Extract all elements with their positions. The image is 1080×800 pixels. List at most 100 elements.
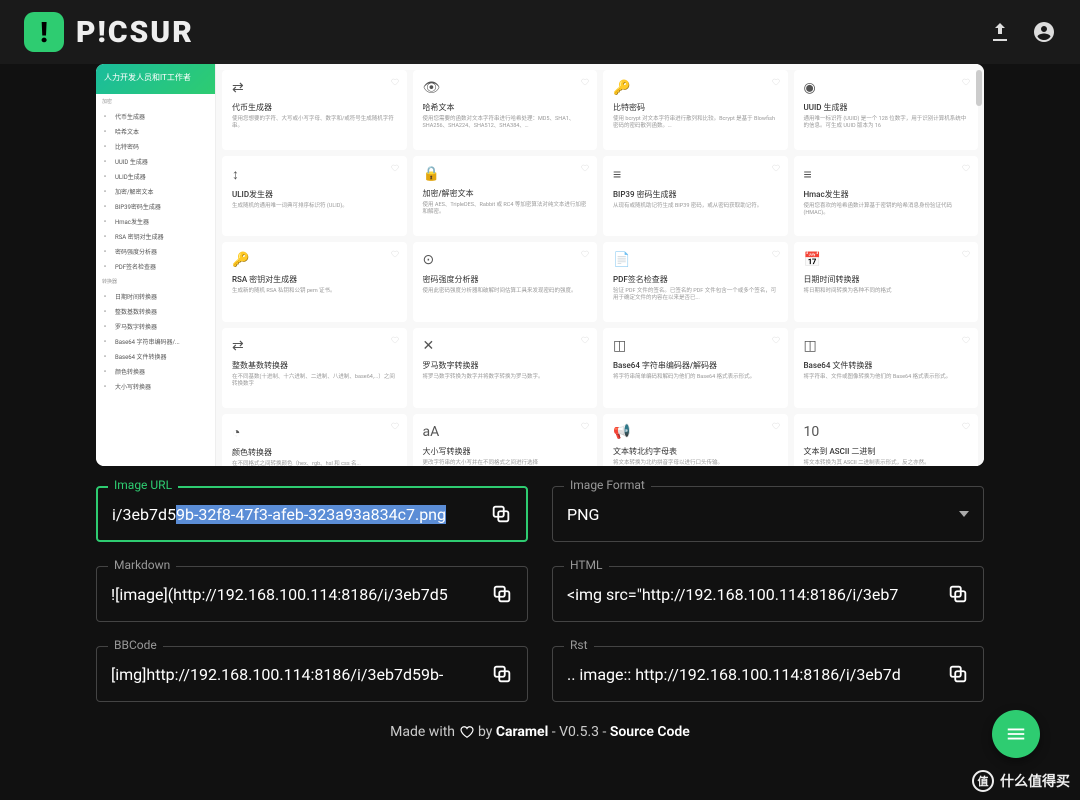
sidebar-item[interactable]: ▫Base64 文件转换器: [96, 349, 215, 364]
favorite-icon[interactable]: [581, 336, 589, 344]
source-code-link[interactable]: Source Code: [610, 724, 690, 740]
tool-card[interactable]: 🔑 RSA 密钥对生成器 生成新的随机 RSA 私钥和公钥 pem 证书。: [222, 242, 407, 322]
app-header: ! P!CSUR: [0, 0, 1080, 64]
sidebar-item[interactable]: ▫PDF签名检查器: [96, 259, 215, 274]
tool-card[interactable]: ◫ Base64 字符串编码器/解码器 将字符串简单编码和解码为他们的 Base…: [603, 328, 788, 408]
tool-card[interactable]: ◉ UUID 生成器 通用唯一标识符 (UUID) 是一个 128 位数字，用于…: [794, 70, 979, 150]
format-select[interactable]: PNG: [552, 486, 984, 542]
field-box[interactable]: i/3eb7d59b-32f8-47f3-afeb-323a93a834c7.p…: [96, 486, 528, 542]
sidebar-item[interactable]: ▫代币生成器: [96, 109, 215, 124]
favorite-icon[interactable]: [772, 336, 780, 344]
sidebar-item[interactable]: ▫RSA 密钥对生成器: [96, 229, 215, 244]
favorite-icon[interactable]: [391, 422, 399, 430]
tool-card[interactable]: ✕ 罗马数字转换器 将罗马数字转换为数字并将数字转换为罗马数字。: [413, 328, 598, 408]
html-value[interactable]: <img src="http://192.168.100.114:8186/i/…: [567, 585, 935, 604]
field-box[interactable]: [img]http://192.168.100.114:8186/i/3eb7d…: [96, 646, 528, 702]
sidebar-item[interactable]: ▫大小写转换器: [96, 379, 215, 394]
image-url-value[interactable]: i/3eb7d59b-32f8-47f3-afeb-323a93a834c7.p…: [112, 505, 478, 524]
markdown-value[interactable]: ![image](http://192.168.100.114:8186/i/3…: [111, 585, 479, 604]
tool-card[interactable]: ≡ Hmac发生器 使用您喜欢的哈希函数计算基于密钥的哈希消息身份验证代码 (H…: [794, 156, 979, 236]
bbcode-value[interactable]: [img]http://192.168.100.114:8186/i/3eb7d…: [111, 665, 479, 684]
sidebar-item[interactable]: ▫Hmac发生器: [96, 214, 215, 229]
field-label: Rst: [564, 638, 594, 652]
field-box[interactable]: .. image:: http://192.168.100.114:8186/i…: [552, 646, 984, 702]
copy-icon[interactable]: [491, 663, 513, 685]
sidebar-item[interactable]: ▫BIP39密码生成器: [96, 199, 215, 214]
card-desc: 将字符串简单编码和解码为他们的 Base64 格式表示形式。: [613, 374, 778, 381]
scrollbar[interactable]: [976, 70, 982, 106]
preview-sidebar: 人力开发人员和IT工作者 加密 ▫代币生成器▫哈希文本▫比特密码▫UUID 生成…: [96, 64, 216, 466]
fab-menu[interactable]: [992, 710, 1040, 758]
card-title: 文本转北约字母表: [613, 446, 778, 457]
card-title: 加密/解密文本: [423, 188, 588, 199]
tool-card[interactable]: aA 大小写转换器 更改字符串的大小写并在不同格式之间进行选择: [413, 414, 598, 466]
card-title: UUID 生成器: [804, 102, 969, 113]
copy-icon[interactable]: [491, 583, 513, 605]
tool-card[interactable]: 👁 哈希文本 使用您需要的函数对文本字符串进行哈希处理：MD5、SHA1、SHA…: [413, 70, 598, 150]
sidebar-item[interactable]: ▫Base64 字符串编码器/...: [96, 334, 215, 349]
favorite-icon[interactable]: [772, 78, 780, 86]
tool-card[interactable]: 🔒 加密/解密文本 使用 AES、TripleDES、Rabbit 或 RC4 …: [413, 156, 598, 236]
sidebar-item[interactable]: ▫密码强度分析器: [96, 244, 215, 259]
tool-card[interactable]: ◫ Base64 文件转换器 将字符串、文件或图像转换为他们的 Base64 格…: [794, 328, 979, 408]
copy-icon[interactable]: [490, 503, 512, 525]
favorite-icon[interactable]: [772, 250, 780, 258]
menu-icon: [1005, 723, 1027, 745]
account-icon[interactable]: [1032, 20, 1056, 44]
favorite-icon[interactable]: [962, 336, 970, 344]
output-controls: Image URL i/3eb7d59b-32f8-47f3-afeb-323a…: [96, 486, 984, 702]
sidebar-item[interactable]: ▫整数基数转换器: [96, 304, 215, 319]
favorite-icon[interactable]: [391, 336, 399, 344]
sidebar-item[interactable]: ▫哈希文本: [96, 124, 215, 139]
copy-icon[interactable]: [947, 663, 969, 685]
tool-card[interactable]: ≡ BIP39 密码生成器 从现有或随机助记符生成 BIP39 密码，或从密码获…: [603, 156, 788, 236]
rst-value[interactable]: .. image:: http://192.168.100.114:8186/i…: [567, 665, 935, 684]
favorite-icon[interactable]: [581, 422, 589, 430]
field-box[interactable]: <img src="http://192.168.100.114:8186/i/…: [552, 566, 984, 622]
sidebar-item[interactable]: ▫UUID 生成器: [96, 154, 215, 169]
logo[interactable]: ! P!CSUR: [24, 12, 194, 52]
field-box[interactable]: ![image](http://192.168.100.114:8186/i/3…: [96, 566, 528, 622]
tool-card[interactable]: ⇄ 整数基数转换器 在不同基数(十进制、十六进制、二进制、八进制、base64,…: [222, 328, 407, 408]
favorite-icon[interactable]: [581, 164, 589, 172]
favorite-icon[interactable]: [391, 78, 399, 86]
favorite-icon[interactable]: [962, 250, 970, 258]
favorite-icon[interactable]: [391, 250, 399, 258]
card-desc: 使用您想要的字符、大写或小写字母、数字和/或符号生成随机字符串。: [232, 116, 397, 130]
tool-card[interactable]: 📢 文本转北约字母表 将文本转换为北约拼音字母以进行口头传输。: [603, 414, 788, 466]
upload-icon[interactable]: [988, 20, 1012, 44]
tool-card[interactable]: 10 文本到 ASCII 二进制 将文本转换为其 ASCII 二进制表示形式，反…: [794, 414, 979, 466]
tool-card[interactable]: ⊙ 密码强度分析器 使用此密码强度分析器和破解时间估算工具来发现密码的强度。: [413, 242, 598, 322]
favorite-icon[interactable]: [581, 250, 589, 258]
tool-card[interactable]: 🔑 比特密码 使用 bcrypt 对文本字符串进行散列和比较。Bcrypt 是基…: [603, 70, 788, 150]
card-title: 代币生成器: [232, 102, 397, 113]
card-desc: 将罗马数字转换为数字并将数字转换为罗马数字。: [423, 374, 588, 381]
favorite-icon[interactable]: [962, 78, 970, 86]
copy-icon[interactable]: [947, 583, 969, 605]
sidebar-item[interactable]: ▫罗马数字转换器: [96, 319, 215, 334]
tool-card[interactable]: ◔ 颜色转换器 在不同格式之间转换颜色（hex、rgb、hsl 和 css 名.…: [222, 414, 407, 466]
favorite-icon[interactable]: [772, 164, 780, 172]
card-title: 颜色转换器: [232, 447, 397, 458]
watermark: 值 什么值得买: [972, 770, 1070, 792]
sidebar-item[interactable]: ▫比特密码: [96, 139, 215, 154]
sidebar-item[interactable]: ▫加密/解密文本: [96, 184, 215, 199]
image-preview: 人力开发人员和IT工作者 加密 ▫代币生成器▫哈希文本▫比特密码▫UUID 生成…: [96, 64, 984, 466]
sidebar-item[interactable]: ▫颜色转换器: [96, 364, 215, 379]
favorite-icon[interactable]: [391, 164, 399, 172]
card-title: Hmac发生器: [804, 189, 969, 200]
favorite-icon[interactable]: [772, 422, 780, 430]
sidebar-item[interactable]: ▫日期时间转换器: [96, 289, 215, 304]
tool-card[interactable]: ⇄ 代币生成器 使用您想要的字符、大写或小写字母、数字和/或符号生成随机字符串。: [222, 70, 407, 150]
card-title: 日期时间转换器: [804, 274, 969, 285]
tool-card[interactable]: 📄 PDF签名检查器 验证 PDF 文件的签名。已签名的 PDF 文件包含一个或…: [603, 242, 788, 322]
card-title: RSA 密钥对生成器: [232, 274, 397, 285]
sidebar-item[interactable]: ▫ULID生成器: [96, 169, 215, 184]
favorite-icon[interactable]: [962, 422, 970, 430]
tool-card[interactable]: 📅 日期时间转换器 将日期和时间转换为各种不同的格式: [794, 242, 979, 322]
favorite-icon[interactable]: [581, 78, 589, 86]
field-label: BBCode: [108, 638, 163, 652]
card-title: Base64 文件转换器: [804, 360, 969, 371]
tool-card[interactable]: ↕ ULID发生器 生成随机的通用唯一词典可排序标识符 (ULID)。: [222, 156, 407, 236]
favorite-icon[interactable]: [962, 164, 970, 172]
